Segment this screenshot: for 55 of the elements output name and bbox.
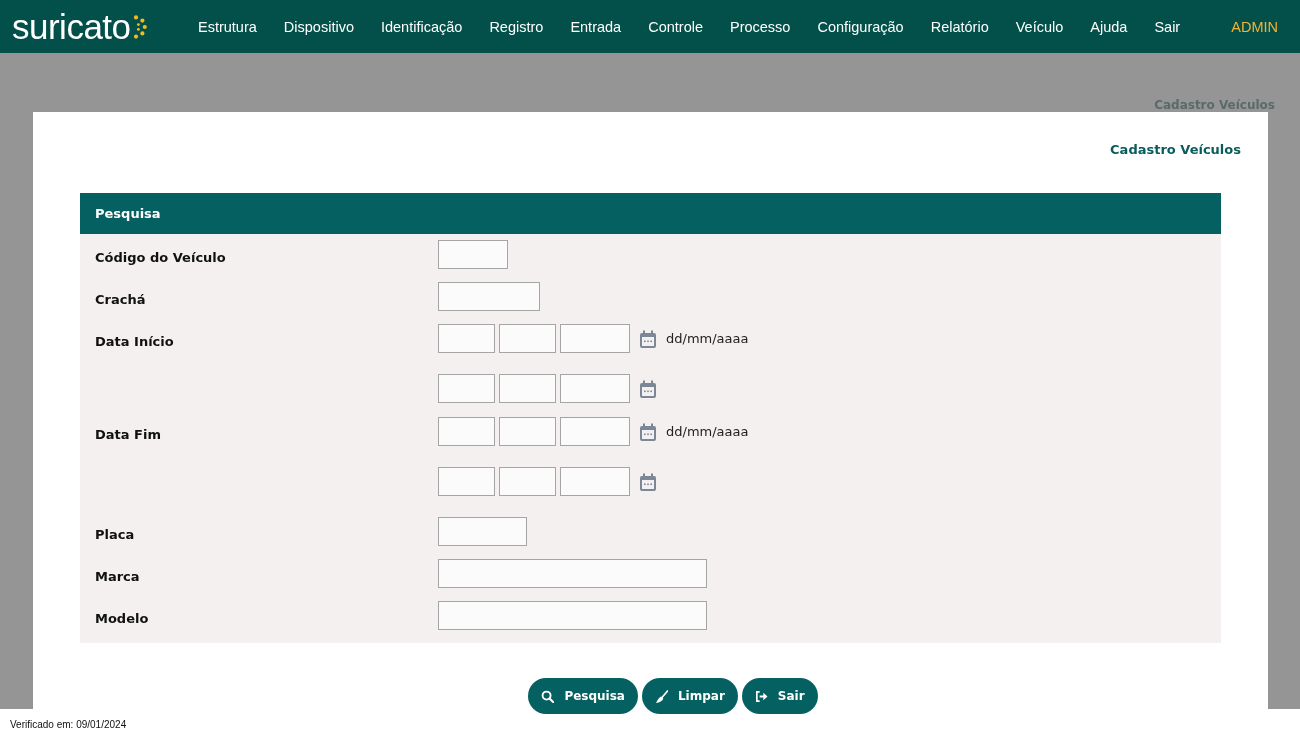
date-format-hint: dd/mm/aaaa: [666, 424, 749, 439]
calendar-icon[interactable]: [639, 379, 657, 398]
menu-item[interactable]: Entrada: [570, 18, 622, 35]
field-label: Modelo: [95, 611, 149, 626]
dots-logo-icon: [131, 13, 148, 40]
user-link[interactable]: ADMIN: [1231, 18, 1278, 35]
input-field[interactable]: [438, 517, 527, 546]
input-field[interactable]: [499, 324, 556, 353]
input-field[interactable]: [438, 417, 495, 446]
menu-item[interactable]: Processo: [730, 18, 791, 35]
input-field[interactable]: [499, 417, 556, 446]
input-field[interactable]: [499, 467, 556, 496]
field-label: Código do Veículo: [95, 250, 226, 265]
input-field[interactable]: [560, 467, 630, 496]
broom-icon: [654, 689, 668, 703]
input-field[interactable]: [438, 601, 707, 630]
search-icon: [541, 689, 555, 703]
panel-header: Pesquisa: [80, 193, 1221, 234]
input-field[interactable]: [560, 417, 630, 446]
input-field[interactable]: [438, 240, 508, 269]
menu-item[interactable]: Controle: [648, 18, 703, 35]
input-field[interactable]: [438, 282, 540, 311]
date-format-hint: dd/mm/aaaa: [666, 331, 749, 346]
action-button[interactable]: Sair: [741, 678, 818, 714]
action-button[interactable]: Pesquisa: [528, 678, 638, 714]
menu-item[interactable]: Registro: [489, 18, 544, 35]
input-field[interactable]: [560, 324, 630, 353]
calendar-icon[interactable]: [639, 472, 657, 491]
field-label: Data Início: [95, 334, 174, 349]
menu-item[interactable]: Identificação: [380, 18, 463, 35]
input-field[interactable]: [499, 374, 556, 403]
menu-item[interactable]: Configuração: [817, 18, 904, 35]
calendar-icon[interactable]: [639, 422, 657, 441]
menu-item[interactable]: Ajuda: [1090, 18, 1128, 35]
input-field[interactable]: [438, 324, 495, 353]
menu-item[interactable]: Estrutura: [198, 18, 257, 35]
menu-item[interactable]: Relatório: [930, 18, 989, 35]
menu-item[interactable]: Veículo: [1015, 18, 1064, 35]
field-label: Data Fim: [95, 427, 161, 442]
exit-icon: [754, 689, 768, 703]
field-label: Placa: [95, 527, 135, 542]
menu-item[interactable]: Sair: [1154, 18, 1181, 35]
input-field[interactable]: [438, 467, 495, 496]
input-field[interactable]: [438, 374, 495, 403]
logo-text[interactable]: suricato: [12, 8, 131, 45]
input-field[interactable]: [560, 374, 630, 403]
calendar-icon[interactable]: [639, 329, 657, 348]
field-label: Marca: [95, 569, 140, 584]
input-field[interactable]: [438, 559, 707, 588]
menu-item[interactable]: Dispositivo: [283, 18, 354, 35]
field-label: Crachá: [95, 292, 146, 307]
action-button[interactable]: Limpar: [641, 678, 738, 714]
verification-date-text: Verificado em: 09/01/2024: [9, 718, 128, 730]
page-title: Cadastro Veículos: [1110, 142, 1241, 157]
breadcrumb-text: Cadastro Veículos: [1154, 98, 1275, 112]
